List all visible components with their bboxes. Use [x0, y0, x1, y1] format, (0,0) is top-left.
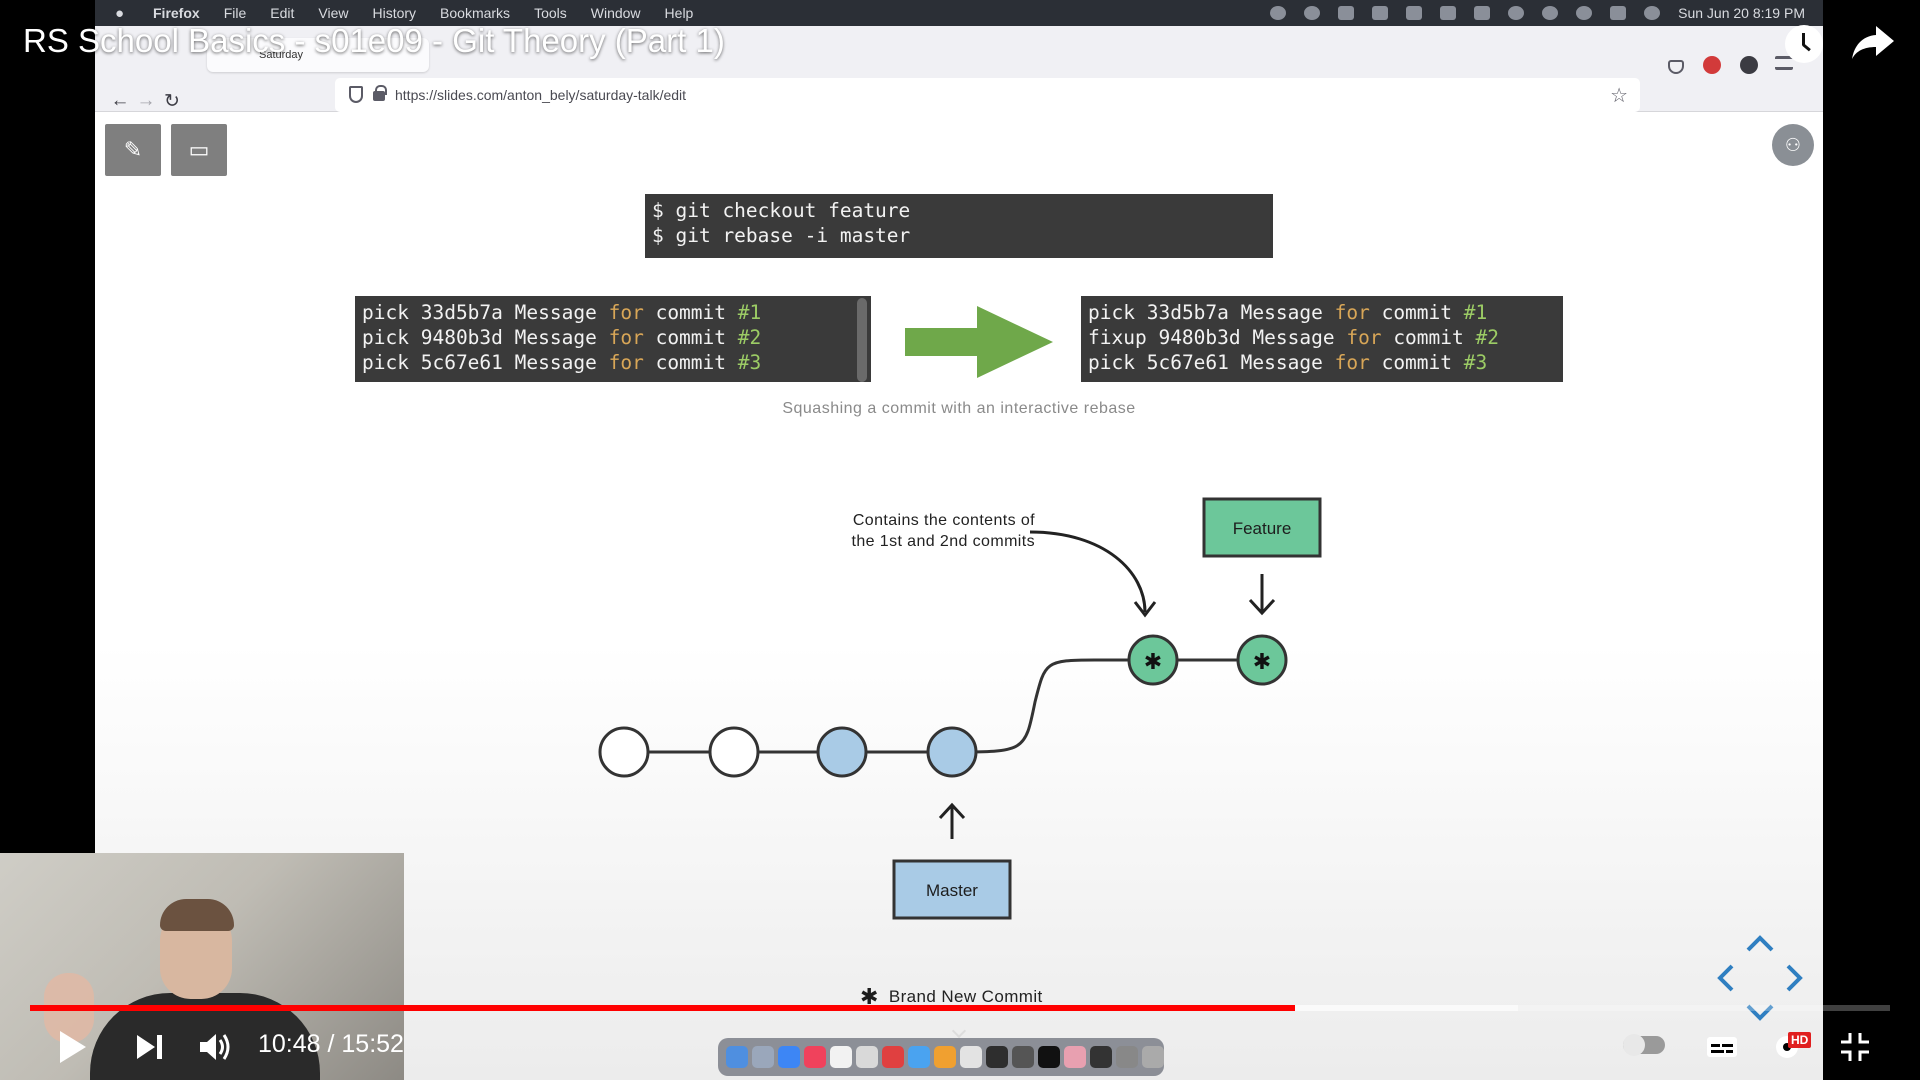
- url-text: https://slides.com/anton_bely/saturday-t…: [395, 87, 686, 103]
- terminal-icon: [1038, 1046, 1060, 1068]
- subtitles-icon[interactable]: [1706, 1036, 1738, 1058]
- webstorm-icon: [986, 1046, 1008, 1068]
- firefox-icon: [934, 1046, 956, 1068]
- adblock-icon[interactable]: [1703, 56, 1721, 74]
- mac-dock: [718, 1038, 1164, 1076]
- autoplay-toggle[interactable]: [1623, 1034, 1665, 1056]
- volume-icon[interactable]: [199, 1032, 233, 1062]
- app-store-icon: [778, 1046, 800, 1068]
- annotation-arrow: [1029, 530, 1147, 613]
- feature-label: Feature: [1232, 519, 1292, 538]
- obs-dock-icon: [1090, 1046, 1112, 1068]
- bluetooth-icon: [1406, 6, 1423, 20]
- menu-file: File: [223, 5, 247, 21]
- forward-icon[interactable]: →: [133, 88, 159, 114]
- finder-icon: [726, 1046, 748, 1068]
- control-center-icon: [1610, 6, 1627, 20]
- menubar-status-area: Sun Jun 20 8:19 PM: [1270, 0, 1805, 26]
- time-machine-icon: [1542, 6, 1559, 20]
- video-title[interactable]: RS School Basics - s01e09 - Git Theory (…: [23, 22, 725, 60]
- annotation-text: Contains the contents of the 1st and 2nd…: [785, 510, 1035, 552]
- siri-icon: [1644, 6, 1661, 20]
- presenter-hair: [160, 899, 234, 931]
- music-icon: [804, 1046, 826, 1068]
- commit-node-master: [926, 726, 978, 778]
- battery-icon: [1474, 6, 1491, 20]
- legend-label: Brand New Commit: [888, 987, 1043, 1006]
- record-icon: [1304, 6, 1321, 20]
- spotlight-icon: [1576, 6, 1593, 20]
- exit-fullscreen-icon[interactable]: [1840, 1032, 1870, 1062]
- nav-up-icon[interactable]: [1746, 935, 1774, 952]
- reload-icon[interactable]: ↻: [159, 88, 185, 114]
- back-icon[interactable]: ←: [107, 88, 133, 114]
- tracking-shield-icon[interactable]: [349, 86, 363, 103]
- lock-icon[interactable]: [373, 85, 387, 101]
- time-display: 10:48 / 15:52: [258, 1030, 404, 1058]
- downloads-icon: [1116, 1046, 1138, 1068]
- launchpad-icon: [752, 1046, 774, 1068]
- xmind-icon: [882, 1046, 904, 1068]
- menu-help: Help: [664, 5, 694, 21]
- notes-icon: [856, 1046, 878, 1068]
- commit-node-3: [816, 726, 868, 778]
- obs-icon: [1270, 6, 1287, 20]
- url-host: https://slides.com: [395, 87, 504, 103]
- menu-window: Window: [590, 5, 641, 21]
- annotation-line-1: Contains the contents of: [852, 512, 1035, 529]
- progress-bar[interactable]: [30, 1005, 1890, 1011]
- commit-node-1: [598, 726, 650, 778]
- slide-navigation-controls[interactable]: [1710, 928, 1810, 1028]
- calendar-icon: [830, 1046, 852, 1068]
- menu-bookmarks: Bookmarks: [440, 5, 511, 21]
- feature-branch-line: [950, 658, 1155, 754]
- account-icon[interactable]: [1740, 56, 1758, 74]
- telegram-icon: [908, 1046, 930, 1068]
- bookmark-star-icon[interactable]: ☆: [1610, 83, 1628, 108]
- commit-node-2: [708, 726, 760, 778]
- url-bar[interactable]: https://slides.com/anton_bely/saturday-t…: [335, 78, 1640, 112]
- nav-left-icon[interactable]: [1717, 964, 1734, 992]
- menu-view: View: [318, 5, 349, 21]
- next-icon[interactable]: [136, 1034, 164, 1060]
- played-fill: [30, 1005, 1295, 1011]
- nav-right-icon[interactable]: [1786, 964, 1803, 992]
- master-label: Master: [926, 881, 978, 900]
- yandex-icon: [960, 1046, 982, 1068]
- menu-tools: Tools: [534, 5, 567, 21]
- new-commit-star-icon: ✱: [1253, 650, 1271, 675]
- menu-edit: Edit: [270, 5, 295, 21]
- share-arrow-icon[interactable]: [1850, 22, 1896, 62]
- apple-icon: ●: [115, 4, 125, 22]
- trash-icon: [1142, 1046, 1164, 1068]
- hd-badge: HD: [1788, 1032, 1812, 1048]
- wifi-icon: [1508, 6, 1525, 20]
- new-commit-star-icon: ✱: [1144, 650, 1162, 675]
- network-icon: [1372, 6, 1389, 20]
- slack-icon: [1064, 1046, 1086, 1068]
- settings-app-icon: [1012, 1046, 1034, 1068]
- flag-icon: [1440, 6, 1457, 20]
- url-path: /anton_bely/saturday-talk/edit: [503, 87, 687, 103]
- headphones-icon: [1338, 6, 1355, 20]
- menubar-datetime: Sun Jun 20 8:19 PM: [1678, 5, 1805, 21]
- menu-app-name: Firefox: [153, 5, 200, 21]
- watch-later-clock-icon[interactable]: [1785, 25, 1823, 63]
- video-player[interactable]: ● Firefox File Edit View History Bookmar…: [0, 0, 1920, 1080]
- play-icon[interactable]: [58, 1030, 88, 1064]
- menu-history: History: [372, 5, 417, 21]
- annotation-line-2: the 1st and 2nd commits: [851, 533, 1035, 550]
